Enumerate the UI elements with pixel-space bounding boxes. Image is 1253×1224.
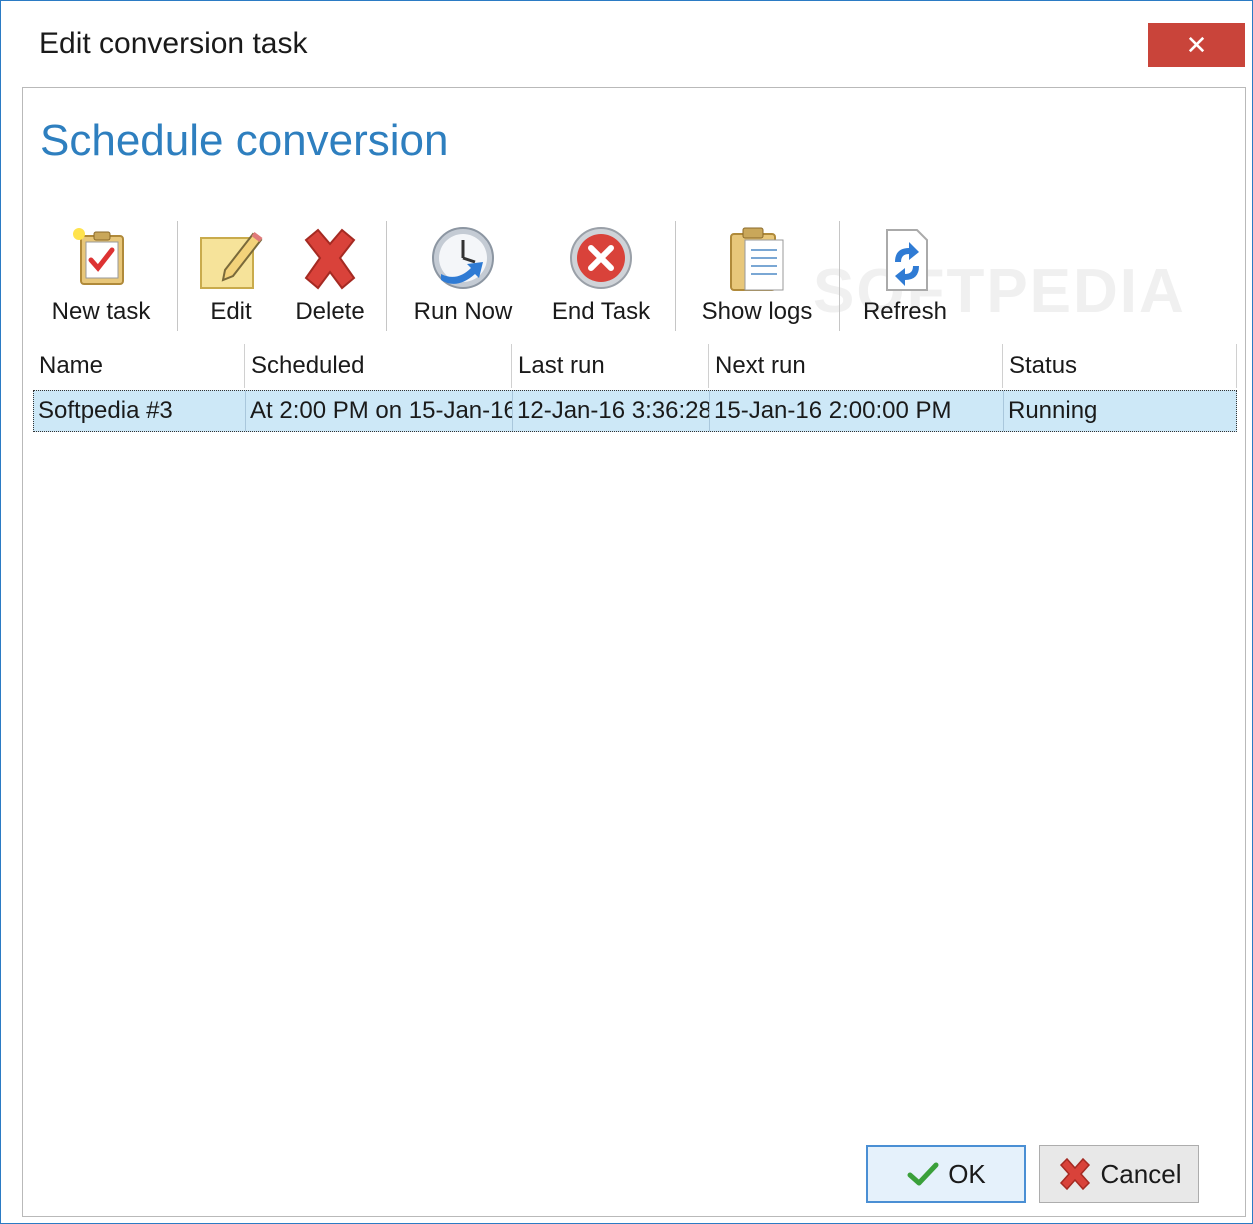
- cancel-x-icon: [1059, 1157, 1090, 1191]
- column-header-status[interactable]: Status: [1003, 344, 1237, 388]
- column-header-last-run[interactable]: Last run: [512, 344, 709, 388]
- column-header-scheduled[interactable]: Scheduled: [245, 344, 512, 388]
- cell-last-run: 12-Jan-16 3:36:28 PM: [513, 391, 710, 431]
- close-button[interactable]: ✕: [1148, 23, 1245, 67]
- checkmark-icon: [907, 1162, 939, 1186]
- edit-label: Edit: [210, 298, 252, 325]
- stop-icon: [570, 227, 632, 289]
- delete-button[interactable]: Delete: [285, 221, 375, 333]
- cell-scheduled: At 2:00 PM on 15-Jan-16: [246, 391, 513, 431]
- toolbar-separator: [675, 221, 676, 331]
- task-list[interactable]: Name Scheduled Last run Next run Status …: [33, 344, 1237, 1104]
- new-task-icon: [73, 228, 124, 285]
- end-task-label: End Task: [551, 298, 651, 325]
- run-now-label: Run Now: [413, 298, 513, 325]
- page-title: Schedule conversion: [40, 116, 449, 165]
- ok-button[interactable]: OK: [866, 1145, 1026, 1203]
- cell-name: Softpedia #3: [34, 391, 246, 431]
- dialog-window: Edit conversion task ✕ Schedule conversi…: [0, 0, 1253, 1224]
- refresh-icon: [886, 229, 928, 291]
- refresh-label: Refresh: [862, 298, 948, 325]
- show-logs-button[interactable]: Show logs: [695, 221, 819, 333]
- edit-icon: [200, 232, 263, 289]
- delete-label: Delete: [295, 298, 365, 325]
- title-bar[interactable]: Edit conversion task ✕: [1, 1, 1252, 87]
- cell-status: Running: [1008, 397, 1098, 424]
- close-icon: ✕: [1185, 29, 1208, 60]
- end-task-button[interactable]: End Task: [547, 221, 655, 333]
- new-task-button[interactable]: New task: [49, 221, 153, 333]
- dialog-content: Schedule conversion SOFTPEDIA New task E…: [22, 87, 1246, 1217]
- column-header-name[interactable]: Name: [33, 344, 245, 388]
- cancel-button[interactable]: Cancel: [1039, 1145, 1199, 1203]
- toolbar-separator: [839, 221, 840, 331]
- ok-label: OK: [948, 1158, 986, 1189]
- edit-button[interactable]: Edit: [195, 221, 267, 333]
- cancel-label: Cancel: [1100, 1158, 1182, 1189]
- show-logs-label: Show logs: [701, 298, 813, 325]
- run-now-button[interactable]: Run Now: [407, 221, 519, 333]
- window-title: Edit conversion task: [39, 27, 308, 60]
- clock-icon: [432, 227, 494, 289]
- toolbar-separator: [177, 221, 178, 331]
- toolbar: New task Edit Delete Run Now End Task Sh…: [23, 221, 1223, 333]
- table-row[interactable]: Softpedia #3 At 2:00 PM on 15-Jan-16 12-…: [33, 390, 1237, 432]
- cell-next-run: 15-Jan-16 2:00:00 PM: [710, 391, 1004, 431]
- toolbar-separator: [386, 221, 387, 331]
- refresh-button[interactable]: Refresh: [859, 221, 951, 333]
- delete-icon: [304, 228, 356, 290]
- new-task-label: New task: [51, 298, 151, 325]
- column-header-next-run[interactable]: Next run: [709, 344, 1003, 388]
- clipboard-icon: [730, 227, 784, 291]
